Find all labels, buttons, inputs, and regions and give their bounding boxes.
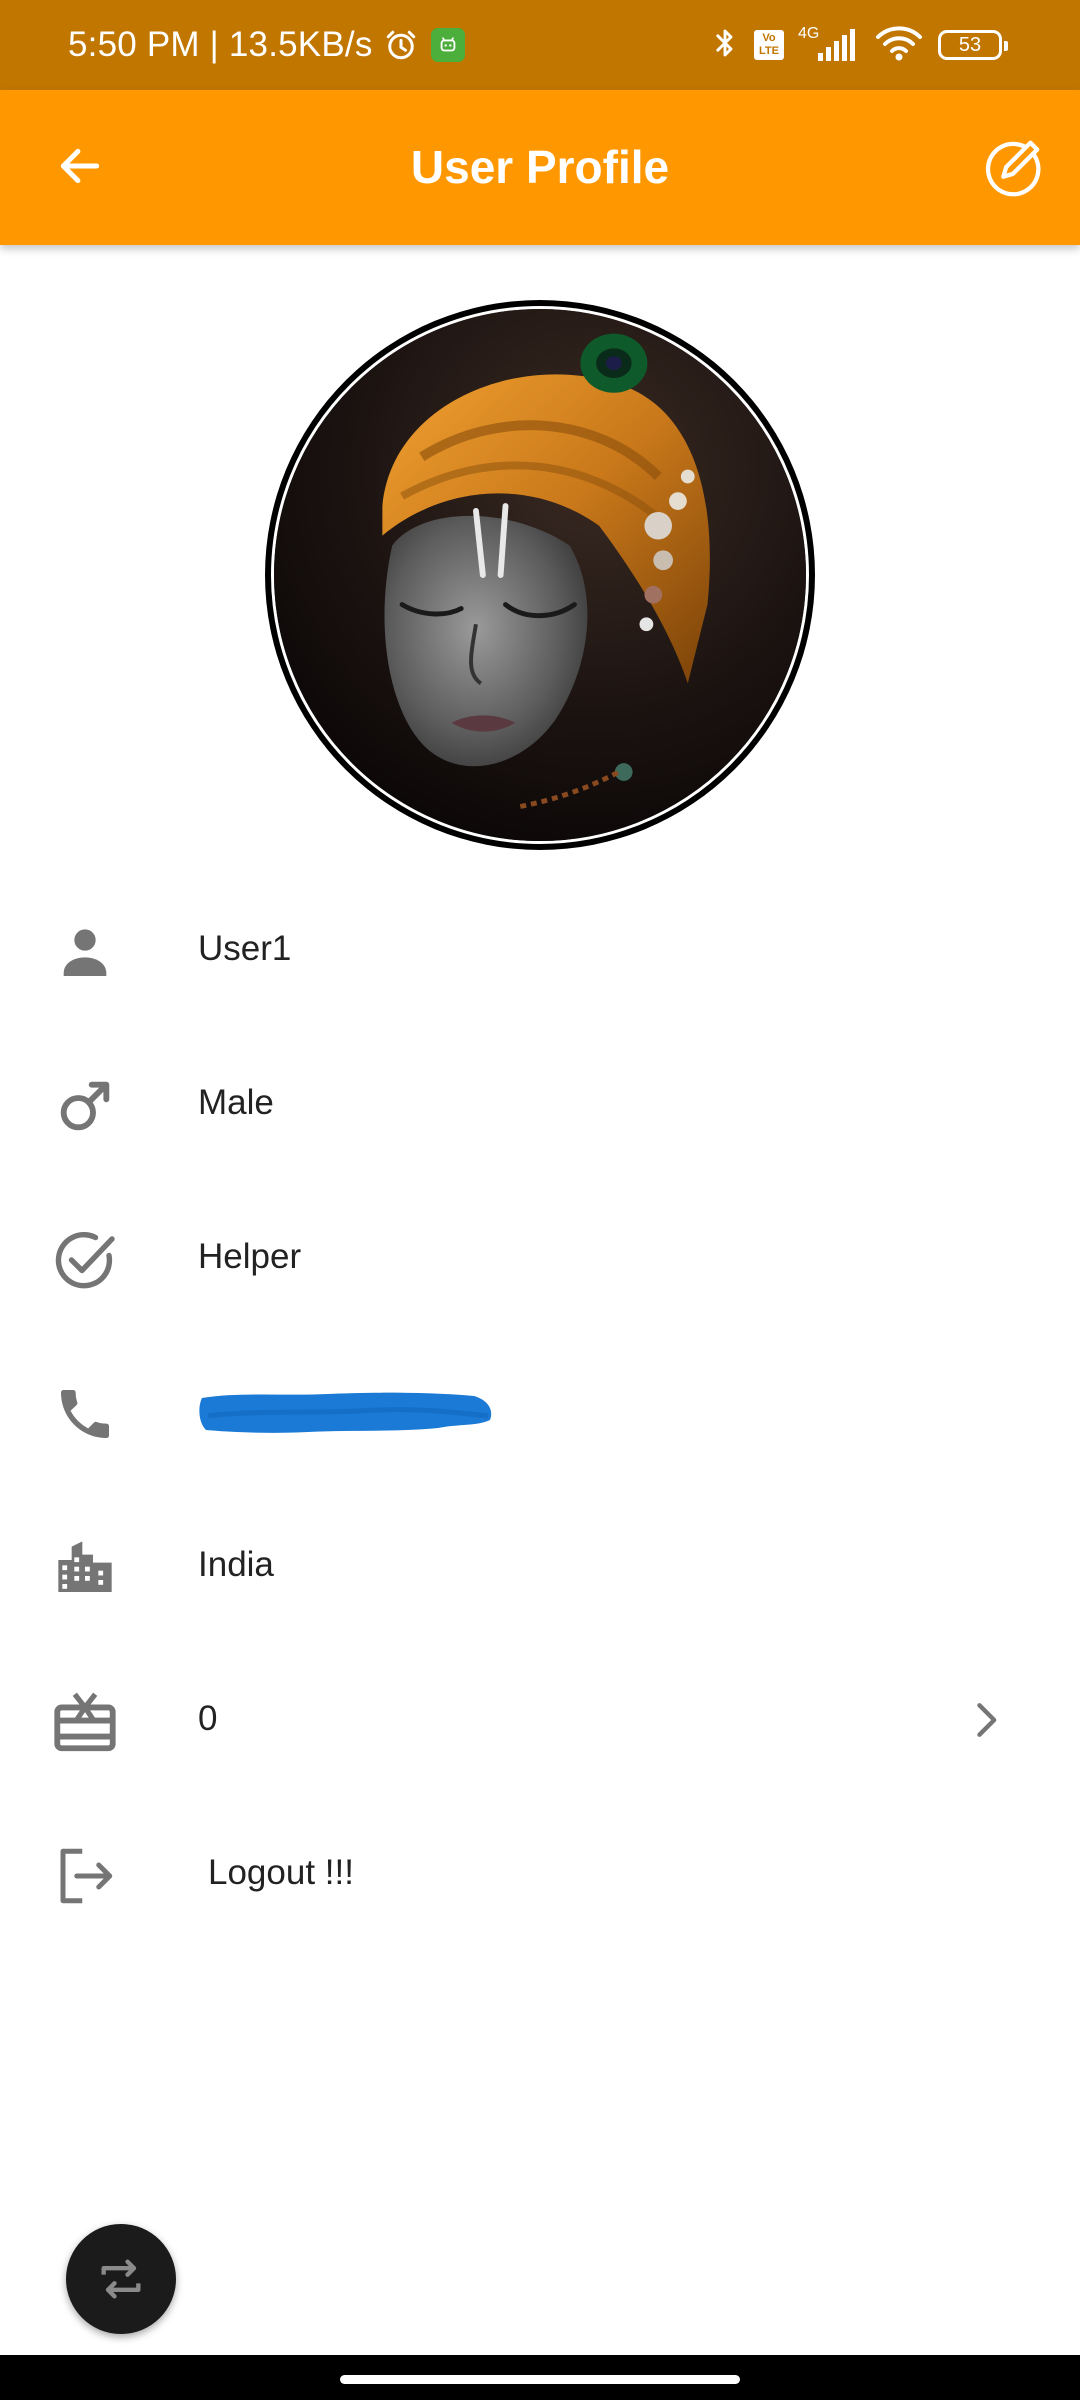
user-role: Helper [198,1237,302,1276]
switch-button[interactable] [66,2224,176,2334]
profile-row-gender: Male [0,1026,1080,1180]
profile-row-phone [0,1334,1080,1488]
edit-pencil-circle-icon [985,140,1041,197]
alarm-icon [383,27,419,63]
page-title: User Profile [410,141,670,193]
system-navigation-bar [0,2355,1080,2400]
status-left: 5:50 PM | 13.5KB/s [68,0,465,90]
app-notification-icon [430,28,465,62]
chevron-right-icon[interactable] [960,1692,1010,1748]
profile-row-logout[interactable]: Logout !!! [0,1796,1080,1950]
battery-level: 53 [958,33,982,56]
male-icon [45,1066,125,1146]
profile-row-name: User1 [0,872,1080,1026]
bluetooth-icon [710,25,740,66]
check-circle-icon [45,1220,125,1300]
phone-number-redacted [198,1386,498,1438]
status-time-speed: 5:50 PM | 13.5KB/s [68,25,373,64]
avatar-image [271,306,809,844]
volte-top-label: Vo [762,32,776,44]
phone-icon [45,1374,125,1454]
rewards-count: 0 [198,1699,218,1738]
edit-profile-button[interactable] [980,134,1046,200]
wifi-icon [874,23,924,68]
user-name: User1 [198,929,292,968]
logout-button[interactable]: Logout !!! [208,1796,354,1950]
status-right: Vo LTE 4G 53 [710,0,1008,90]
app-bar: User Profile [0,90,1080,245]
status-bar: 5:50 PM | 13.5KB/s Vo LTE 4G 53 [0,0,1080,90]
signal-icon: 4G [798,25,860,65]
profile-row-role: Helper [0,1180,1080,1334]
profile-row-rewards[interactable]: 0 [0,1642,1080,1796]
volte-bottom-label: LTE [759,45,779,57]
user-profile-screen: 5:50 PM | 13.5KB/s Vo LTE 4G 53 User Pro… [0,0,1080,2400]
logout-icon [45,1836,125,1916]
gift-card-icon [45,1682,125,1762]
profile-avatar[interactable] [265,300,815,850]
home-gesture-handle[interactable] [340,2375,740,2384]
city-icon [45,1528,125,1608]
person-icon [45,912,125,992]
switch-icon [101,2259,141,2299]
portrait-illustration [274,309,806,841]
profile-row-country: India [0,1488,1080,1642]
battery-indicator: 53 [938,30,1008,60]
user-country: India [198,1545,274,1584]
user-gender: Male [198,1083,274,1122]
volte-icon: Vo LTE [754,30,784,60]
